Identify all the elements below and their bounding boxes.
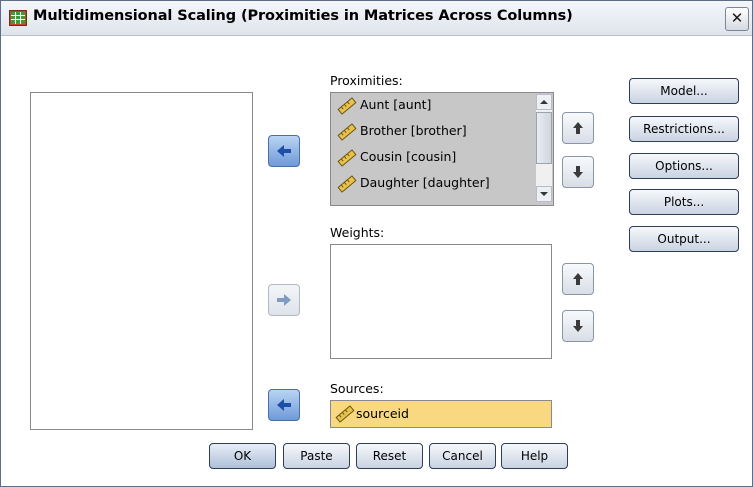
list-item[interactable]: Brother [brother] (335, 121, 525, 143)
list-item-label: Aunt [aunt] (360, 97, 432, 112)
ruler-icon (337, 123, 357, 141)
title-bar: Multidimensional Scaling (Proximities in… (1, 1, 752, 36)
sources-field[interactable]: sourceid (330, 400, 552, 428)
proximities-list[interactable]: Aunt [aunt] Brother [brother] Cousin [co… (330, 92, 554, 206)
weights-move-down-button[interactable] (562, 310, 594, 342)
close-icon: ✕ (730, 9, 744, 27)
dialog-window: Multidimensional Scaling (Proximities in… (0, 0, 753, 487)
ruler-icon (337, 149, 357, 167)
move-to-proximities-button[interactable] (268, 135, 300, 167)
list-item[interactable]: Cousin [cousin] (335, 147, 525, 169)
list-item-label: Brother [brother] (360, 123, 467, 138)
scrollbar-thumb[interactable] (536, 112, 552, 164)
options-button[interactable]: Options... (629, 153, 739, 179)
weights-list[interactable] (330, 244, 552, 359)
scroll-down-icon (540, 192, 548, 196)
arrow-left-icon (277, 145, 291, 157)
paste-button[interactable]: Paste (283, 443, 350, 469)
dialog-title: Multidimensional Scaling (Proximities in… (33, 8, 573, 24)
help-button[interactable]: Help (501, 443, 568, 469)
weights-move-up-button[interactable] (562, 263, 594, 295)
arrow-right-icon (277, 294, 291, 306)
list-item[interactable]: Aunt [aunt] (335, 95, 525, 117)
restrictions-button[interactable]: Restrictions... (629, 116, 739, 142)
arrow-down-icon (573, 166, 583, 178)
reset-button[interactable]: Reset (356, 443, 423, 469)
weights-label-text: Weights: (330, 225, 385, 240)
model-button[interactable]: Model... (629, 78, 739, 104)
scroll-up-button[interactable] (536, 94, 552, 110)
sources-label: Sources: (330, 381, 384, 396)
move-to-sources-button[interactable] (268, 389, 300, 421)
move-to-weights-button[interactable] (268, 284, 300, 316)
list-item-label: Cousin [cousin] (360, 149, 457, 164)
plots-button[interactable]: Plots... (629, 189, 739, 215)
proximities-scrollbar[interactable] (536, 94, 552, 202)
arrow-left-icon (277, 399, 291, 411)
source-variable-list[interactable] (30, 92, 253, 430)
proximities-label: Proximities: (330, 73, 403, 88)
arrow-down-icon (573, 320, 583, 332)
scroll-up-icon (540, 100, 548, 104)
ruler-icon (335, 405, 355, 423)
ruler-icon (337, 97, 357, 115)
proximities-move-down-button[interactable] (562, 156, 594, 188)
scroll-down-button[interactable] (536, 186, 552, 202)
list-item-label: Daughter [daughter] (360, 175, 490, 190)
sources-value: sourceid (356, 406, 409, 421)
proximities-move-up-button[interactable] (562, 112, 594, 144)
cancel-button[interactable]: Cancel (429, 443, 496, 469)
close-button[interactable]: ✕ (725, 7, 749, 31)
ruler-icon (337, 175, 357, 193)
weights-label: Weights: (330, 225, 384, 240)
spss-dialog-icon (9, 10, 27, 26)
arrow-up-icon (573, 122, 583, 134)
output-button[interactable]: Output... (629, 226, 739, 252)
list-item[interactable]: Daughter [daughter] (335, 173, 525, 195)
ok-button[interactable]: OK (209, 443, 276, 469)
arrow-up-icon (573, 273, 583, 285)
